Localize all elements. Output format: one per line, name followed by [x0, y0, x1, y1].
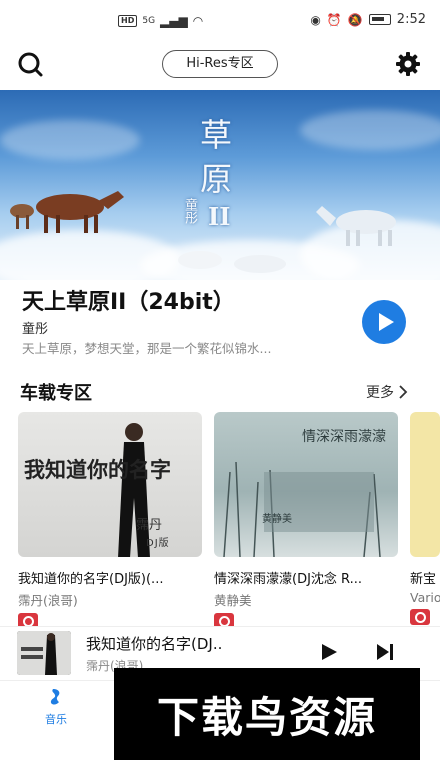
horse-image [178, 251, 286, 273]
cloud [300, 110, 440, 150]
clock: 2:52 [396, 12, 426, 27]
art-roman: II [208, 202, 231, 231]
cover-artist: 霈丹 [136, 518, 163, 533]
network-badge: HD [118, 15, 138, 27]
alarm-icon: ⏰ [326, 12, 342, 27]
watermark-text: 下载鸟资源 [156, 692, 377, 742]
play-icon [378, 313, 394, 331]
search-icon[interactable] [16, 50, 44, 78]
horse-image [316, 206, 396, 246]
watermark-overlay: 下载鸟资源 [114, 668, 420, 760]
top-toolbar: Hi-Res专区 [0, 44, 440, 84]
nav-tab-music[interactable]: 音乐 [34, 687, 78, 727]
next-track-icon[interactable] [374, 641, 396, 663]
mini-player-title: 我知道你的名字(DJ.. [86, 635, 223, 653]
wifi-icon: ◠ [192, 14, 204, 28]
hero-banner[interactable]: 草 原 童彤 II [0, 90, 440, 280]
section-title: 车载专区 [20, 383, 92, 404]
banner-art-title: 草 原 童彤 II [178, 110, 268, 231]
hires-zone-button[interactable]: Hi-Res专区 [162, 50, 278, 78]
card-title: 情深深雨濛濛(DJ沈念 R... [214, 572, 363, 587]
more-link[interactable]: 更多 [366, 382, 408, 402]
signal-label: 5G [142, 16, 156, 26]
cover-tag: DJ版 [146, 538, 170, 549]
art-char-1: 草 [200, 116, 233, 154]
featured-song-description: 天上草原，梦想天堂，那是一个繁花似锦水... [22, 341, 272, 356]
album-card[interactable]: 情深深雨濛濛 黄静美 情深深雨濛濛(DJ沈念 R... 黄静美 [214, 412, 398, 629]
play-button[interactable] [362, 300, 406, 344]
status-bar: HD 5G ▂▄▆ ◠ ◉ ⏰ 🔕 2:52 [0, 0, 440, 40]
eye-icon: ◉ [310, 12, 321, 27]
gear-icon[interactable] [394, 50, 422, 78]
album-cover [410, 412, 440, 557]
status-right: ◉ ⏰ 🔕 2:52 [310, 12, 426, 27]
album-card[interactable]: 新宝 Vario [410, 412, 440, 625]
card-artist: 黄静美 [214, 593, 252, 608]
card-artist: 霈丹(浪哥) [18, 593, 78, 608]
horse-image [10, 191, 124, 233]
more-label: 更多 [366, 385, 394, 401]
art-char-2: 原 [200, 160, 233, 198]
art-artist: 童彤 [182, 198, 197, 224]
cover-title: 情深深雨濛濛 [302, 429, 386, 445]
card-title: 我知道你的名字(DJ版)(... [18, 572, 164, 587]
album-card[interactable]: 我知道你的名字 霈丹 DJ版 我知道你的名字(DJ版)(... 霈丹(浪哥) [18, 412, 202, 629]
card-title: 新宝 [410, 572, 437, 587]
featured-song-title[interactable]: 天上草原II（24bit） [22, 284, 235, 316]
mute-icon: 🔕 [347, 12, 363, 27]
cover-title: 我知道你的名字 [24, 457, 171, 482]
battery-icon [368, 14, 391, 25]
signal-icon: ▂▄▆ [160, 14, 188, 28]
nav-tab-music-label: 音乐 [45, 713, 67, 726]
featured-song-artist[interactable]: 童彤 [22, 318, 48, 337]
vinyl-icon [410, 609, 430, 625]
cover-art [223, 461, 381, 557]
album-cover: 我知道你的名字 霈丹 DJ版 [18, 412, 202, 557]
play-icon[interactable] [318, 641, 340, 663]
status-left: HD 5G ▂▄▆ ◠ [118, 14, 203, 28]
cover-artist: 黄静美 [262, 514, 292, 525]
music-note-icon [50, 689, 60, 705]
chevron-right-icon [399, 385, 408, 399]
card-artist: Vario [410, 590, 440, 605]
album-cover: 情深深雨濛濛 黄静美 [214, 412, 398, 557]
cloud [0, 120, 140, 160]
mini-player-cover [17, 631, 71, 675]
